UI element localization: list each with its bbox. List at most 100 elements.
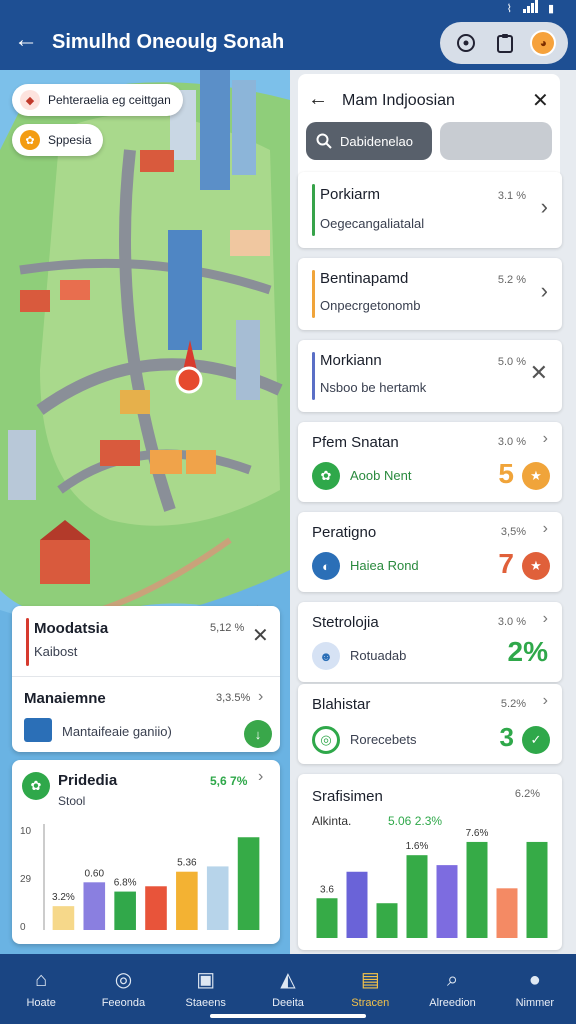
item-percent: 3.1 % [497, 190, 526, 202]
accent-bar [312, 270, 315, 318]
chart-bar[interactable] [436, 865, 458, 938]
stat-value: 7 [498, 548, 514, 579]
globe-icon: ◐ [312, 552, 340, 580]
wifi-icon: ⌇ [506, 2, 512, 15]
nav-label: Hoate [26, 997, 56, 1009]
item-title: Moodatsia [34, 620, 109, 637]
item-title: Porkiarm [320, 186, 381, 203]
chart-percent: 6.2% [514, 788, 540, 800]
chart-bar[interactable] [496, 888, 518, 938]
item-subtitle: Oegecangaliatalal [320, 216, 425, 231]
nav-item-home[interactable]: ⌂ Hoate [0, 954, 82, 1024]
accent-bar [26, 618, 29, 666]
y-tick-label: 29 [20, 874, 32, 885]
chevron-right-icon: › [542, 610, 548, 627]
stat-subtitle: Haiea Rond [350, 558, 419, 573]
header-actions: ◕ [440, 22, 568, 64]
item-title: Bentinapamd [320, 270, 409, 287]
right-chart-card[interactable]: Srafisimen Alkinta. 5.06 2.3% 6.2% 3.6 1.… [298, 774, 562, 950]
download-icon[interactable]: ↓ [244, 720, 272, 748]
chart-bar[interactable] [526, 841, 548, 938]
target-icon: ◎ [114, 969, 133, 991]
stat-subtitle: Rorecebets [350, 732, 417, 747]
data-label: 3.6 [320, 884, 334, 895]
target-icon[interactable] [452, 29, 480, 57]
back-arrow-icon[interactable]: ← [14, 28, 38, 52]
search-icon [316, 133, 332, 149]
data-label: 5.36 [177, 858, 197, 869]
nav-item-profile[interactable]: ● Nimmer [494, 954, 576, 1024]
accent-bar [312, 352, 315, 400]
data-label: 7.6% [466, 828, 489, 839]
list-item[interactable]: Porkiarm Oegecangaliatalal 3.1 % › [298, 172, 562, 248]
chart-bar[interactable] [466, 841, 488, 938]
chart-bar[interactable] [206, 866, 229, 930]
list-item[interactable]: Moodatsia Kaibost 5,12 % ✕ [12, 606, 280, 674]
stat-value: 5 [498, 458, 514, 489]
chevron-right-icon: › [540, 194, 548, 219]
chevron-right-icon: › [542, 430, 548, 447]
home-icon: ⌂ [35, 969, 48, 991]
list-item[interactable]: Manaiemne 3,3.5% › Mantaifeaie ganiio) ↓ [12, 678, 280, 752]
chip-label: Pehteraelia eg ceittgan [48, 93, 171, 107]
stat-card[interactable]: Blahistar 5.2% › ◎ Rorecebets 3 ✓ [298, 684, 562, 764]
item-subtitle: Nsboo be hertamk [320, 380, 427, 395]
chart-bar[interactable] [114, 891, 136, 930]
chart-title: Srafisimen [312, 788, 383, 805]
pin-icon: ◆ [20, 90, 40, 110]
nav-label: Nimmer [515, 997, 555, 1009]
stat-title: Blahistar [312, 696, 371, 713]
back-arrow-icon[interactable]: ← [308, 88, 328, 111]
robot-icon: ☻ [312, 642, 340, 670]
avatar[interactable]: ◕ [530, 30, 557, 56]
search-button[interactable]: Dabidenelao [306, 122, 432, 160]
chart-bar[interactable] [406, 855, 428, 938]
leaf-icon: ✿ [22, 772, 50, 800]
chart-bar[interactable] [376, 903, 398, 938]
chart-bar[interactable] [145, 886, 167, 930]
map-chip-species[interactable]: ✿ Sppesia [12, 124, 104, 156]
clipboard-icon[interactable] [491, 29, 519, 57]
stat-card[interactable]: Peratigno 3,5% › ◐ Haiea Rond 7 ★ [298, 512, 562, 592]
battery-icon: ▮ [547, 2, 554, 15]
nav-item-target[interactable]: ◎ Feeonda [82, 954, 164, 1024]
home-indicator [210, 1014, 366, 1018]
filter-input[interactable] [440, 122, 552, 160]
chart-bar[interactable] [237, 837, 260, 930]
status-bar: ⌇ ▮ [507, 0, 554, 16]
item-percent: 3,3.5% [216, 692, 251, 704]
list-item[interactable]: Bentinapamd Onpecrgetonomb 5.2 % › [298, 258, 562, 330]
book-icon: ◭ [280, 969, 296, 991]
stat-card[interactable]: Stetrolojia 3.0 % › ☻ Rotuadab 2% [298, 602, 562, 682]
chart-bar[interactable] [83, 882, 106, 930]
plant-icon: ✿ [312, 462, 340, 490]
close-icon[interactable]: ✕ [532, 88, 549, 113]
window-icon: ▣ [196, 969, 216, 991]
chart-bar[interactable] [52, 906, 75, 930]
chart-bar[interactable] [176, 871, 198, 930]
accent-bar [312, 184, 315, 236]
chip-label: Sppesia [48, 133, 92, 147]
chart-subtitle: Stool [58, 794, 86, 808]
panel-title: Mam Indjoosian [342, 92, 455, 109]
nav-item-search[interactable]: ⌕ Alreedion [411, 954, 493, 1024]
close-icon[interactable]: ✕ [530, 360, 548, 386]
item-title: Morkiann [320, 352, 382, 369]
close-icon[interactable]: ✕ [252, 626, 269, 646]
list-item[interactable]: Morkiann Nsboo be hertamk 5.0 % ✕ [298, 340, 562, 412]
search-label: Dabidenelao [340, 133, 414, 149]
map-chip-location[interactable]: ◆ Pehteraelia eg ceittgan [12, 84, 183, 116]
left-chart-card: ✿ Pridedia Stool 5,6 7% › 0 29 10 3.2% 0.60 6… [12, 760, 280, 944]
stat-percent: 5.2% [500, 698, 526, 710]
stat-percent: 3.0 % [497, 436, 526, 448]
data-label: 6.8% [114, 878, 137, 889]
item-subtitle: Onpecrgetonomb [320, 298, 421, 313]
stat-card[interactable]: Pfem Snatan 3.0 % › ✿ Aoob Nent 5 ★ [298, 422, 562, 502]
info-panel: ← Mam Indjoosian ✕ Dabidenelao Porkiarm … [290, 70, 576, 954]
stat-percent: 3,5% [500, 526, 526, 538]
cabinet-icon: ▤ [360, 969, 380, 991]
stat-title: Stetrolojia [312, 614, 379, 631]
chart-bar[interactable] [346, 871, 368, 938]
chart-bar[interactable] [316, 898, 338, 938]
chart-1-plot: 0 29 10 3.2% 0.60 6.8% 5.36 [20, 824, 260, 933]
